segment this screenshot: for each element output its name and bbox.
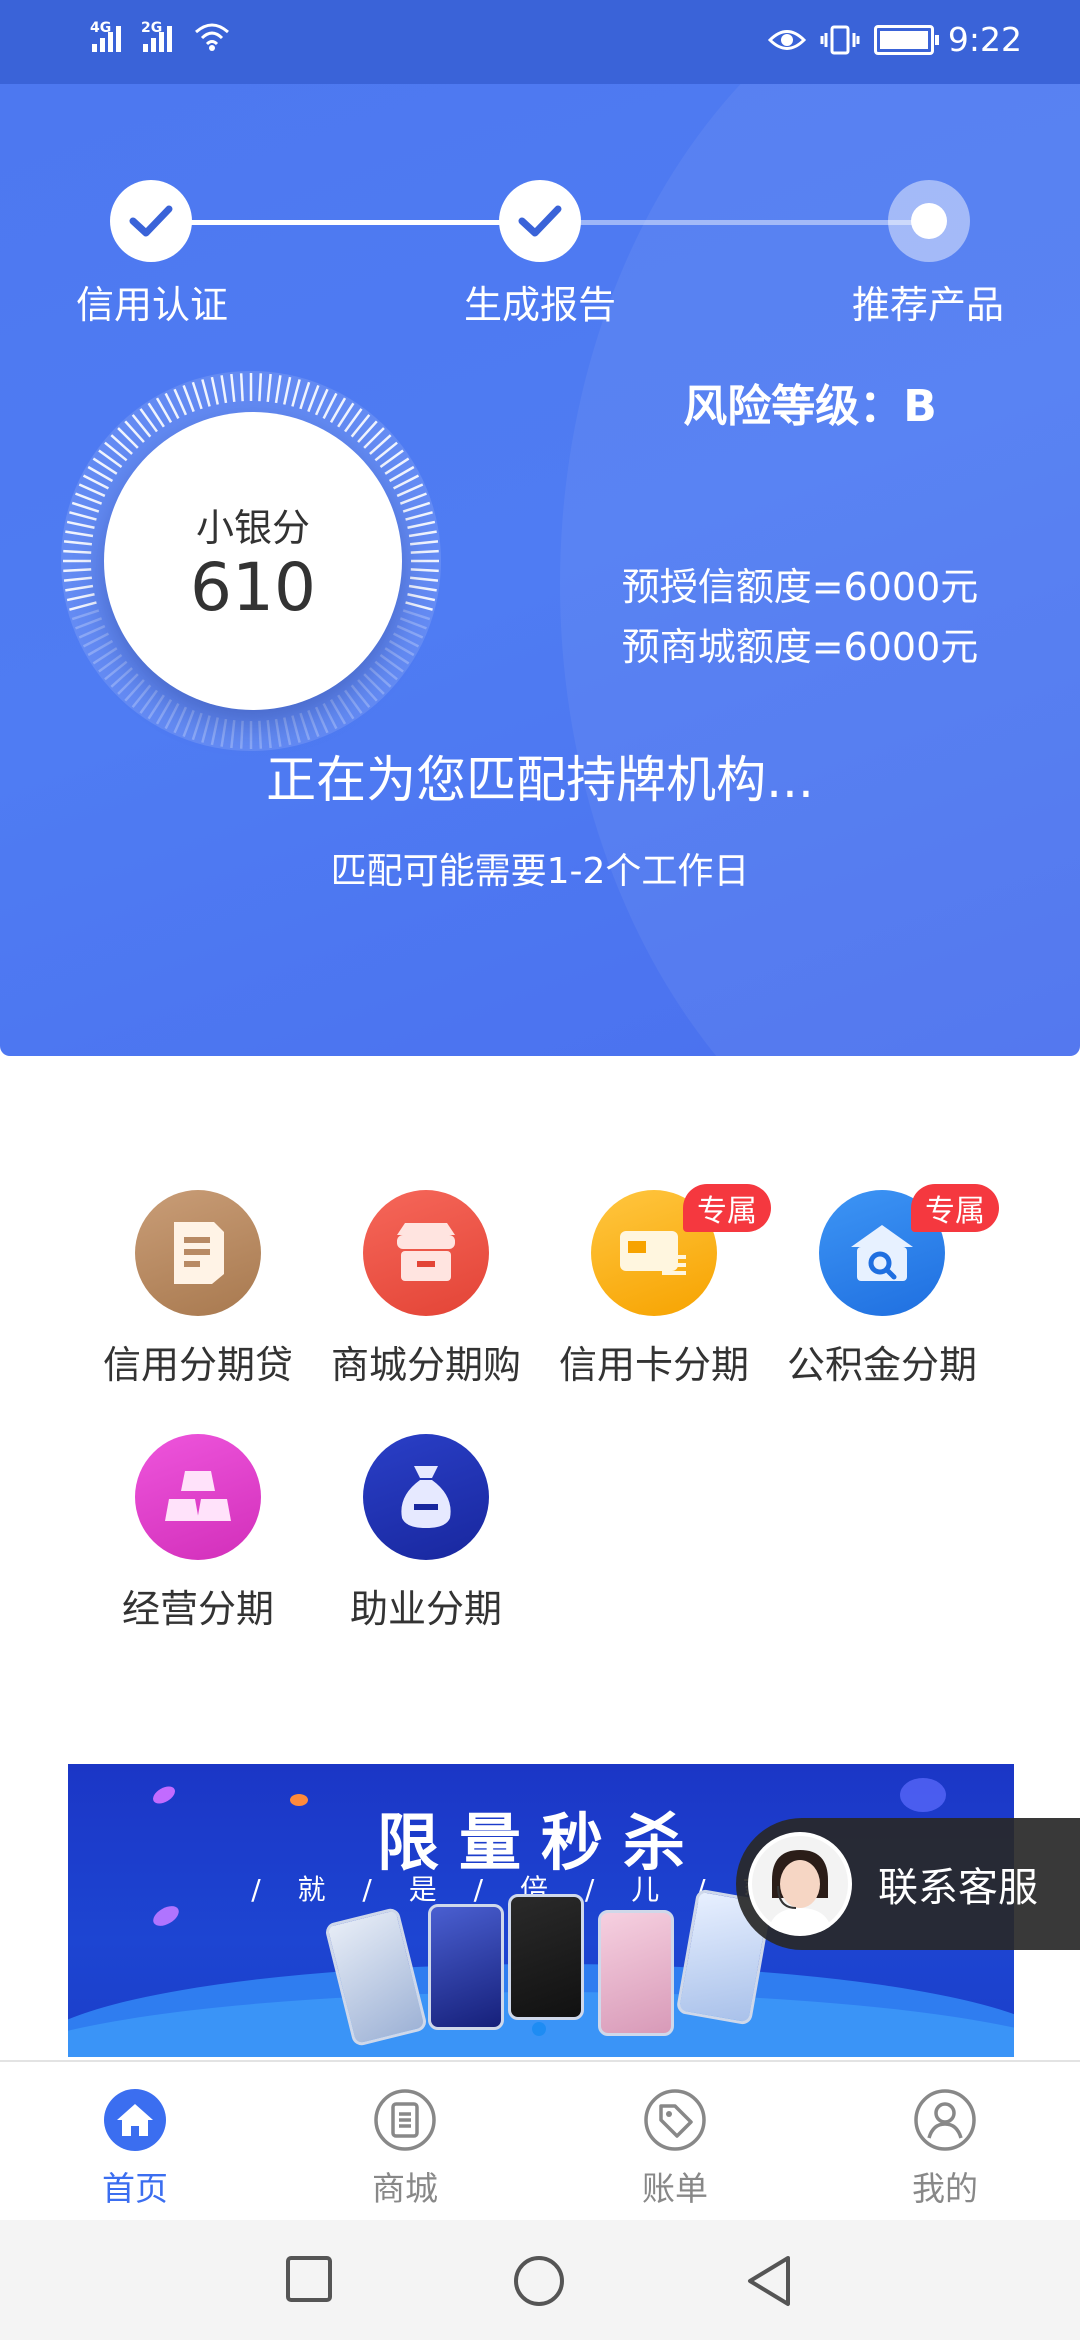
tab-bill[interactable]: 账单 [575, 2088, 775, 2210]
product-housing-fund-installment[interactable]: 专属 公积金分期 [768, 1184, 999, 1389]
score-circle: 小银分 610 [104, 412, 402, 710]
product-label: 信用分期贷 [102, 1343, 293, 1387]
step-3-label: 推荐产品 [851, 283, 1004, 327]
home-icon [104, 2089, 166, 2151]
home-circle-icon[interactable] [512, 2254, 566, 2308]
matching-title: 正在为您匹配持牌机构... [266, 751, 814, 809]
contact-support-button[interactable]: 联系客服 [736, 1818, 1080, 1950]
gauge-tick [63, 568, 92, 573]
wifi-icon [195, 23, 229, 51]
exclusive-tag: 专属 [683, 1184, 771, 1232]
vibrate-icon [820, 25, 860, 54]
support-agent-avatar [748, 1832, 852, 1936]
gauge-tick [410, 549, 439, 554]
gauge-tick [258, 373, 263, 402]
phone-image [428, 1904, 504, 2030]
tab-home[interactable]: 首页 [35, 2088, 235, 2210]
credit-card-icon: 专属 [591, 1184, 771, 1316]
step-line-done [150, 220, 540, 225]
mall-icon [374, 2089, 436, 2151]
product-label: 经营分期 [121, 1587, 274, 1631]
step-2-check-icon [499, 180, 581, 262]
product-credit-card-installment[interactable]: 专属 信用卡分期 [540, 1184, 771, 1389]
pre-mall-quota: 预商城额度=6000元 [621, 625, 979, 669]
profile-icon [914, 2089, 976, 2151]
product-label: 商城分期购 [330, 1343, 521, 1387]
back-icon[interactable] [744, 2254, 794, 2308]
matching-subtitle: 匹配可能需要1-2个工作日 [330, 851, 750, 892]
house-search-icon: 专属 [819, 1184, 999, 1316]
money-bag-icon [363, 1434, 489, 1560]
product-employment-installment[interactable]: 助业分期 [312, 1434, 540, 1633]
document-icon [135, 1190, 261, 1316]
phone-image [508, 1894, 584, 2020]
signal-2g-icon: 2G [141, 20, 172, 52]
product-credit-installment-loan[interactable]: 信用分期贷 [84, 1190, 312, 1389]
pre-credit-quota: 预授信额度=6000元 [621, 565, 979, 609]
signal-4g-icon: 4G [90, 20, 121, 52]
step-2-label: 生成报告 [463, 283, 616, 327]
phone-image [598, 1910, 674, 2036]
product-label: 公积金分期 [786, 1343, 977, 1387]
product-label: 信用卡分期 [558, 1343, 749, 1387]
tab-mall[interactable]: 商城 [305, 2088, 505, 2210]
clock: 9:22 [947, 20, 1022, 59]
product-business-installment[interactable]: 经营分期 [84, 1434, 312, 1633]
status-bar: 4G 2G 9:22 [0, 0, 1080, 84]
score-value: 610 [190, 549, 316, 627]
gold-bars-icon [135, 1434, 261, 1560]
bottom-nav: 首页 商城 账单 我的 [0, 2060, 1080, 2222]
store-icon [363, 1190, 489, 1316]
battery-icon [873, 24, 939, 55]
product-mall-installment[interactable]: 商城分期购 [312, 1190, 540, 1389]
gauge-tick [239, 373, 244, 402]
score-title: 小银分 [195, 506, 310, 551]
step-1-check-icon [110, 180, 192, 262]
product-label: 助业分期 [349, 1587, 502, 1631]
step-3-current-icon [888, 180, 970, 262]
exclusive-tag: 专属 [911, 1184, 999, 1232]
bill-tag-icon [644, 2089, 706, 2151]
tab-profile[interactable]: 我的 [845, 2088, 1045, 2210]
risk-level: 风险等级：B [683, 381, 937, 432]
recent-apps-icon[interactable] [284, 2254, 334, 2304]
support-label: 联系客服 [878, 1865, 1038, 1911]
step-line-pending [540, 220, 928, 225]
eye-comfort-icon [767, 29, 806, 50]
system-nav-bar [0, 2220, 1080, 2340]
gauge-tick [410, 568, 439, 573]
step-1-label: 信用认证 [75, 283, 228, 327]
carousel-indicator [532, 2022, 546, 2036]
gauge-tick [63, 549, 92, 554]
